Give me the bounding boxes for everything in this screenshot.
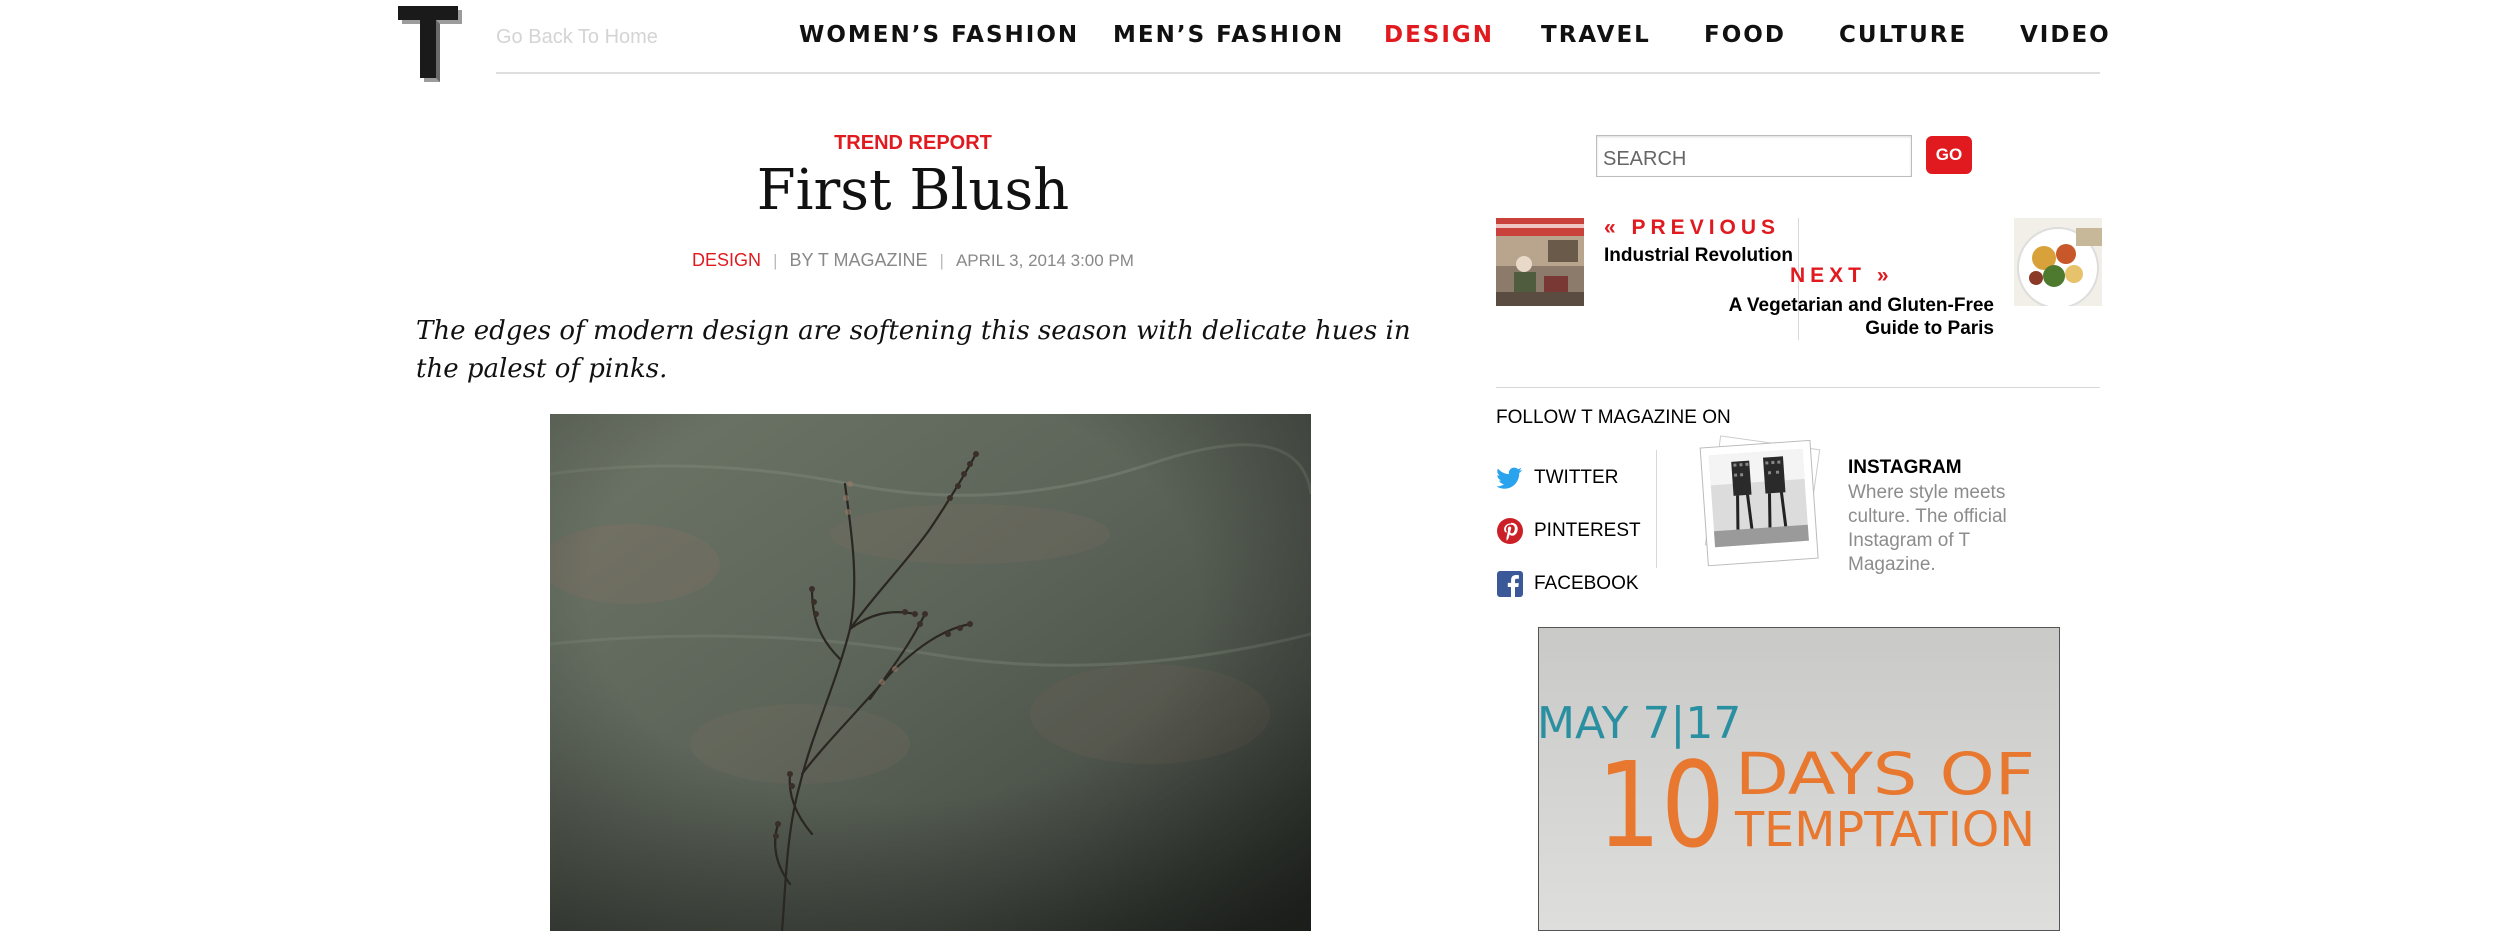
- ad-line2: TEMPTATION: [1734, 802, 2035, 858]
- next-article-thumbnail[interactable]: [2014, 218, 2102, 306]
- byline-author: BY T MAGAZINE: [789, 250, 928, 270]
- byline-separator: |: [939, 251, 944, 270]
- t-magazine-logo[interactable]: [398, 4, 466, 86]
- follow-heading: FOLLOW T MAGAZINE ON: [1496, 407, 1731, 428]
- ad-line1: DAYS OF: [1735, 740, 2035, 808]
- byline-date: APRIL 3, 2014 3:00 PM: [955, 251, 1134, 270]
- social-divider: [1656, 450, 1657, 568]
- next-article-title[interactable]: A Vegetarian and Gluten-Free Guide to Pa…: [1700, 294, 1994, 340]
- byline-separator: |: [773, 251, 778, 270]
- twitter-label: TWITTER: [1534, 467, 1619, 488]
- instagram-photo-stack[interactable]: [1690, 432, 1830, 570]
- facebook-link[interactable]: FACEBOOK: [1496, 570, 1639, 598]
- byline-section-link[interactable]: DESIGN: [692, 250, 761, 270]
- previous-article-thumbnail[interactable]: [1496, 218, 1584, 306]
- article-dek: The edges of modern design are softening…: [416, 316, 1411, 384]
- nav-video[interactable]: VIDEO: [2020, 22, 2111, 48]
- nav-travel[interactable]: TRAVEL: [1541, 22, 1651, 48]
- twitter-icon: [1496, 464, 1524, 492]
- instagram-description: Where style meets culture. The official …: [1848, 482, 2007, 575]
- article-headline: First Blush: [756, 158, 1070, 223]
- facebook-label: FACEBOOK: [1534, 573, 1639, 594]
- twitter-link[interactable]: TWITTER: [1496, 464, 1618, 492]
- nav-womens-fashion[interactable]: WOMEN’S FASHION: [799, 22, 1079, 48]
- nav-culture[interactable]: CULTURE: [1839, 22, 1967, 48]
- article-byline: DESIGN | BY T MAGAZINE | APRIL 3, 2014 3:00 …: [414, 250, 1412, 271]
- ad-number: 10: [1597, 736, 1725, 874]
- nav-food[interactable]: FOOD: [1704, 22, 1786, 48]
- search-go-button[interactable]: GO: [1926, 136, 1972, 174]
- pinterest-link[interactable]: PINTEREST: [1496, 517, 1641, 545]
- pinterest-label: PINTEREST: [1534, 520, 1641, 541]
- pinterest-icon: [1496, 517, 1524, 545]
- header-divider: [496, 72, 2100, 74]
- previous-article-label[interactable]: « PREVIOUS: [1604, 216, 1780, 240]
- previous-article-title[interactable]: Industrial Revolution: [1604, 245, 1793, 267]
- sidebar-divider: [1496, 387, 2100, 388]
- instagram-title[interactable]: INSTAGRAM: [1848, 457, 1962, 479]
- facebook-icon: [1496, 570, 1524, 598]
- nav-design[interactable]: DESIGN: [1384, 22, 1494, 48]
- nav-mens-fashion[interactable]: MEN’S FASHION: [1113, 22, 1344, 48]
- go-back-home-link[interactable]: Go Back To Home: [496, 26, 658, 49]
- article-kicker[interactable]: TREND REPORT: [414, 132, 1412, 155]
- hero-image-dried-branch: [550, 414, 1311, 931]
- search-input[interactable]: [1596, 135, 1912, 177]
- advertisement-10-days-of-temptation[interactable]: MAY 7|17 10 DAYS OF TEMPTATION: [1538, 627, 2060, 931]
- next-article-label[interactable]: NEXT »: [1790, 264, 1894, 288]
